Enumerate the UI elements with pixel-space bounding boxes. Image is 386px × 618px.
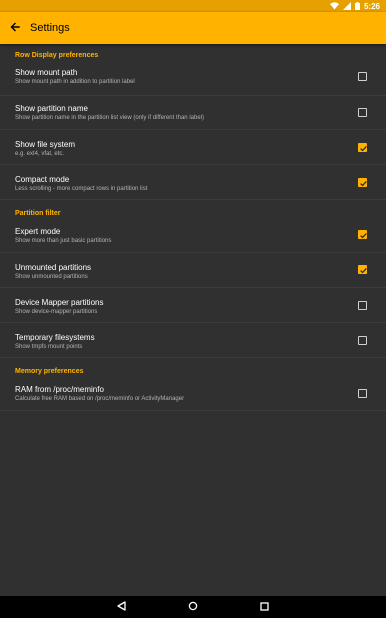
pref-compact-mode[interactable]: Compact mode Less scrolling - more compa… [0, 166, 386, 200]
settings-list: Row Display preferences Show mount path … [0, 44, 386, 596]
checkbox[interactable] [358, 389, 367, 398]
section-header-row-display: Row Display preferences [15, 52, 99, 59]
checkbox[interactable] [358, 72, 367, 81]
pref-show-partition-name[interactable]: Show partition name Show partition name … [0, 96, 386, 130]
pref-title: RAM from /proc/meminfo [15, 385, 104, 394]
pref-show-mount-path[interactable]: Show mount path Show mount path in addit… [0, 62, 386, 96]
nav-recents-icon[interactable] [260, 598, 269, 616]
checkbox[interactable] [358, 265, 367, 274]
pref-summary: Show tmpfs mount points [15, 344, 83, 350]
pref-device-mapper-partitions[interactable]: Device Mapper partitions Show device-map… [0, 289, 386, 323]
status-time: 5:26 [363, 1, 380, 11]
nav-back-icon[interactable] [117, 598, 126, 616]
pref-unmounted-partitions[interactable]: Unmounted partitions Show unmounted part… [0, 254, 386, 288]
pref-summary: Show partition name in the partition lis… [15, 115, 204, 121]
nav-home-icon[interactable] [188, 598, 198, 616]
section-header-memory: Memory preferences [15, 368, 84, 375]
checkbox[interactable] [358, 108, 367, 117]
wifi-icon [329, 2, 339, 10]
pref-summary: Show mount path in addition to partition… [15, 79, 135, 85]
battery-icon [354, 2, 360, 10]
pref-title: Expert mode [15, 227, 61, 236]
pref-title: Temporary filesystems [15, 333, 95, 342]
checkmark-icon [360, 145, 367, 152]
pref-summary: Less scrolling - more compact rows in pa… [15, 186, 148, 192]
checkbox[interactable] [358, 178, 367, 187]
status-bar: 5:26 [0, 0, 386, 12]
pref-title: Show partition name [15, 104, 88, 113]
back-arrow-icon [10, 19, 20, 37]
pref-expert-mode[interactable]: Expert mode Show more than just basic pa… [0, 219, 386, 253]
pref-title: Device Mapper partitions [15, 298, 104, 307]
pref-title: Unmounted partitions [15, 263, 92, 272]
pref-ram-from-meminfo[interactable]: RAM from /proc/meminfo Calculate free RA… [0, 377, 386, 411]
pref-summary: e.g. ext4, vfat, etc. [15, 151, 65, 157]
pref-summary: Calculate free RAM based on /proc/meminf… [15, 396, 185, 402]
pref-show-file-system[interactable]: Show file system e.g. ext4, vfat, etc. [0, 131, 386, 165]
pref-temporary-filesystems[interactable]: Temporary filesystems Show tmpfs mount p… [0, 324, 386, 358]
pref-title: Show file system [15, 140, 76, 149]
app-bar: Settings [0, 12, 386, 44]
page-title: Settings [30, 22, 70, 34]
pref-summary: Show more than just basic partitions [15, 238, 112, 244]
checkmark-icon [360, 180, 367, 187]
pref-title: Show mount path [15, 68, 78, 77]
checkbox[interactable] [358, 301, 367, 310]
checkbox[interactable] [358, 230, 367, 239]
signal-icon [342, 2, 351, 10]
section-header-partition-filter: Partition filter [15, 210, 61, 217]
checkbox[interactable] [358, 336, 367, 345]
back-button[interactable] [0, 12, 30, 44]
checkbox[interactable] [358, 143, 367, 152]
checkmark-icon [360, 232, 367, 239]
pref-summary: Show device-mapper partitions [15, 309, 98, 315]
navigation-bar [0, 596, 386, 618]
checkmark-icon [360, 267, 367, 274]
pref-summary: Show unmounted partitions [15, 274, 88, 280]
pref-title: Compact mode [15, 175, 70, 184]
